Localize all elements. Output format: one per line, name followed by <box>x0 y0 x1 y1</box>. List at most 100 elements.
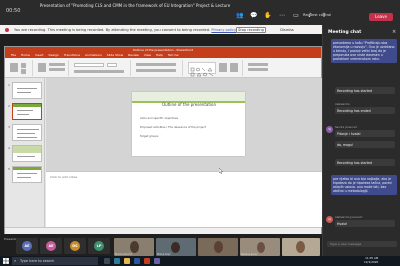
privacy-policy-link[interactable]: Privacy policy <box>211 28 236 32</box>
slide-thumbnail[interactable]: 1 <box>8 82 42 99</box>
leave-button[interactable]: Leave <box>369 13 393 21</box>
align-icons[interactable] <box>136 69 176 72</box>
participant-video[interactable] <box>282 238 320 256</box>
quick-styles-icon[interactable] <box>230 63 238 72</box>
ribbon-group-drawing <box>185 60 243 77</box>
chat-input-placeholder: Type a new message <box>330 242 362 246</box>
shapes-gallery[interactable] <box>188 62 216 77</box>
participant-face <box>257 242 265 253</box>
slide-canvas: Outline of the presentation Aims and spe… <box>46 78 323 227</box>
meeting-title: Presentation of "Promoting CLS and CMM i… <box>39 3 231 8</box>
participant-video[interactable]: Marija Kojić <box>156 238 196 256</box>
message-text: Recording has ended <box>337 108 371 113</box>
avatar: DS <box>70 241 80 251</box>
current-slide[interactable]: Outline of the presentation Aims and spe… <box>132 92 245 156</box>
participant-tile[interactable]: LP <box>88 238 110 254</box>
notes-pane[interactable]: Click to add notes <box>46 171 323 227</box>
ribbon-group-slides <box>35 60 69 76</box>
participant-video[interactable]: Nevena Jovan <box>240 238 280 256</box>
chat-icon[interactable]: 💬 <box>250 12 258 20</box>
raise-hand-icon[interactable]: ✋ <box>264 12 272 20</box>
chat-message: Hvala! <box>335 220 395 228</box>
avatar: AE <box>46 241 56 251</box>
thumb-line <box>17 137 37 138</box>
thumb-line <box>17 88 37 89</box>
request-control-button[interactable]: Request control <box>303 13 331 17</box>
thumb-line <box>17 177 31 178</box>
copy-icon[interactable] <box>21 69 26 74</box>
list-icons[interactable] <box>136 63 176 66</box>
screen: 00:50 Presentation of "Promoting CLS and… <box>0 0 400 266</box>
thumb-band <box>13 167 41 170</box>
camera-icon[interactable]: ▭ <box>292 12 300 20</box>
thumb-line <box>17 92 31 93</box>
avatar: LP <box>94 241 104 251</box>
replace-icon[interactable] <box>248 68 268 71</box>
ribbon-group-clipboard <box>7 60 33 76</box>
thumb-line <box>17 156 35 157</box>
recording-icon <box>5 28 9 32</box>
message-text: Pitanje i hvala! <box>337 131 361 136</box>
mouse-cursor-icon <box>219 168 223 174</box>
message-text: da, mogu! <box>337 142 354 147</box>
slide-thumbnail-active[interactable]: 2 <box>8 103 42 120</box>
participant-video[interactable] <box>198 238 238 256</box>
meeting-timer: 00:50 <box>6 8 21 14</box>
slide-thumbnail[interactable]: 3 <box>8 124 42 141</box>
participant-video[interactable]: Branka Boričić <box>114 238 154 256</box>
participants-icon[interactable]: 👥 <box>236 12 244 20</box>
reset-icon[interactable] <box>49 68 65 71</box>
teams-top-bar: 00:50 Presentation of "Promoting CLS and… <box>0 0 400 25</box>
dismiss-button[interactable]: Dismiss <box>276 27 298 33</box>
cut-icon[interactable] <box>21 63 26 68</box>
participant-tile[interactable]: DS <box>64 238 86 254</box>
banner-text: You are recording. This meeting is being… <box>14 28 236 32</box>
windows-start-icon[interactable] <box>3 258 9 264</box>
message-text: pre rijetko bi ovo bio najbolje, ako je … <box>333 176 392 194</box>
new-slide-icon[interactable] <box>38 63 46 72</box>
chat-message: da, mogu! <box>335 141 395 149</box>
file-explorer-icon[interactable] <box>124 258 130 264</box>
arrange-icon[interactable] <box>219 63 227 72</box>
clock-date: 12/1/2020 <box>364 259 379 264</box>
recording-banner: You are recording. This meeting is being… <box>0 25 322 34</box>
find-icon[interactable] <box>248 63 268 66</box>
slide-thumbnail[interactable]: 5 <box>8 166 42 183</box>
paste-icon[interactable] <box>10 63 18 72</box>
system-clock: 11:05 AM 12/1/2020 <box>364 256 379 265</box>
participant-face <box>214 241 223 253</box>
more-options-icon[interactable]: ⋯ <box>278 12 286 20</box>
teams-icon[interactable] <box>154 258 160 264</box>
font-size-box[interactable] <box>107 63 117 67</box>
message-meta: Aleksandra <box>335 103 350 106</box>
avatar: SJ <box>326 126 333 133</box>
thumb-line <box>17 129 39 130</box>
font-format-icons[interactable] <box>74 70 124 73</box>
banner-message: You are recording. This meeting is being… <box>14 27 211 32</box>
chat-title: Meeting chat <box>328 30 362 35</box>
participant-face <box>296 241 305 253</box>
chat-message: Pitanje i hvala! <box>335 130 395 138</box>
slide-bullet: Target groups <box>140 134 159 138</box>
layout-icon[interactable] <box>49 63 65 66</box>
taskbar-search-box[interactable]: ⌕ Type here to search <box>12 257 98 265</box>
edge-icon[interactable] <box>114 258 120 264</box>
participant-tile[interactable]: AE <box>16 238 38 254</box>
participant-face <box>171 242 180 253</box>
task-view-icon[interactable] <box>104 258 110 264</box>
participant-tile[interactable]: AE <box>40 238 62 254</box>
avatar: AJ <box>326 216 333 223</box>
slide-number: 2 <box>8 104 10 108</box>
thumb-line <box>17 114 29 115</box>
ribbon-group-editing <box>245 60 275 76</box>
message-meta: Sandra Jovanović <box>335 126 358 129</box>
message-text: Recording has started <box>337 160 373 165</box>
stop-recording-button[interactable]: Stop recording <box>236 26 266 33</box>
font-name-box[interactable] <box>74 63 104 67</box>
slide-thumbnail[interactable]: 4 <box>8 145 42 162</box>
chat-input[interactable]: Type a new message <box>327 241 397 247</box>
close-icon[interactable]: × <box>392 29 396 35</box>
shared-powerpoint-window: Outline of the presentation - PowerPoint… <box>4 46 323 235</box>
powerpoint-icon[interactable] <box>144 258 150 264</box>
word-icon[interactable] <box>134 258 140 264</box>
